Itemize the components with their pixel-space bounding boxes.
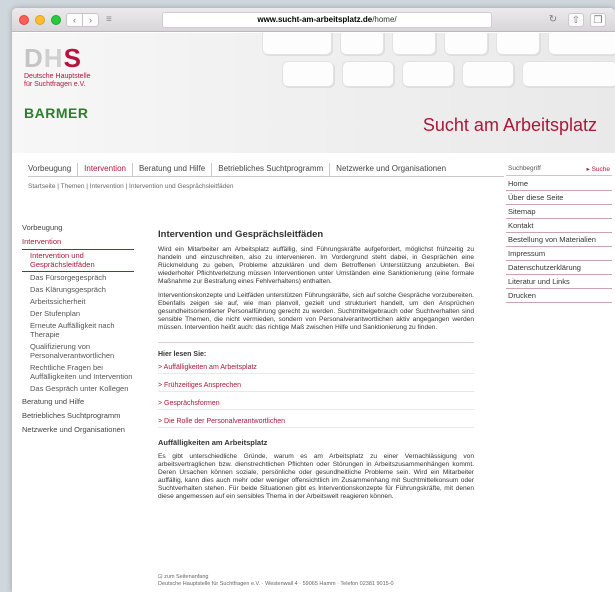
back-to-top-link[interactable]: ⊡ zum Seitenanfang (158, 574, 394, 581)
service-link-sitemap[interactable]: Sitemap (506, 205, 612, 219)
logo-subtitle-line-1: Deutsche Hauptstelle (24, 73, 91, 80)
logo-letter-h: H (43, 43, 63, 73)
tabs-icon: ❐ (593, 15, 603, 26)
forward-button[interactable]: › (82, 13, 99, 27)
keyboard-key-decoration (402, 61, 454, 87)
anchor-link[interactable]: > Die Rolle der Personalverantwortlichen (158, 418, 474, 428)
service-column: Suchbegriff ▸ Suche Home Über diese Seit… (506, 162, 612, 303)
browser-toolbar: ‹ › ≡ www.sucht-am-arbeitsplatz.de/home/… (12, 8, 615, 32)
window-controls (19, 15, 61, 25)
service-link-imprint[interactable]: Impressum (506, 247, 612, 261)
minimize-window-button[interactable] (35, 15, 45, 25)
keyboard-key-decoration (522, 61, 615, 87)
page-header: D H S Deutsche Hauptstelle für Suchtfrag… (12, 33, 615, 153)
main-nav-suchtprogramm[interactable]: Betriebliches Suchtprogramm (212, 163, 331, 176)
arrow-up-icon: ⊡ (158, 574, 163, 580)
anchor-link[interactable]: > Gesprächsformen (158, 400, 474, 410)
web-page: D H S Deutsche Hauptstelle für Suchtfrag… (12, 33, 615, 592)
intro-paragraph: Wird ein Mitarbeiter am Arbeitsplatz auf… (158, 246, 474, 285)
search-input[interactable]: Suchbegriff (508, 165, 541, 172)
keyboard-key-decoration (282, 61, 334, 87)
address-bar[interactable]: www.sucht-am-arbeitsplatz.de/home/ (162, 12, 492, 28)
leftnav-sub-item[interactable]: Das Fürsorgegespräch (22, 272, 134, 284)
chevron-left-icon: ‹ (73, 15, 76, 25)
zoom-window-button[interactable] (51, 15, 61, 25)
keyboard-key-decoration (340, 33, 384, 55)
sidebar-toggle-button[interactable]: ≡ (106, 14, 112, 26)
leftnav-sub-item[interactable]: Der Stufenplan (22, 308, 134, 320)
leftnav-sub-item[interactable]: Das Gespräch unter Kollegen (22, 383, 134, 395)
leftnav-sub-item[interactable]: Das Klärungsgespräch (22, 284, 134, 296)
anchor-link[interactable]: > Frühzeitiges Ansprechen (158, 382, 474, 392)
logo-subtitle: Deutsche Hauptstelle für Suchtfragen e.V… (24, 73, 108, 89)
url-path: /home/ (372, 15, 397, 24)
reload-icon: ↻ (548, 14, 558, 25)
keyboard-key-decoration (262, 33, 332, 55)
browser-window: ‹ › ≡ www.sucht-am-arbeitsplatz.de/home/… (12, 8, 615, 592)
leftnav-sub-item[interactable]: Qualifizierung von Personalverantwortlic… (22, 341, 134, 362)
share-icon: ⇧ (571, 15, 581, 26)
leftnav-intervention[interactable]: Intervention (22, 235, 134, 250)
site-title: Sucht am Arbeitsplatz (422, 115, 597, 135)
keyboard-key-decoration (462, 61, 514, 87)
leftnav-sub-item[interactable]: Erneute Auffälligkeit nach Therapie (22, 320, 134, 341)
divider (158, 342, 474, 343)
sidebar-icon: ≡ (106, 14, 112, 25)
footer-address: Deutsche Hauptstelle für Suchtfragen e.V… (158, 581, 394, 587)
anchor-link[interactable]: > Auffälligkeiten am Arbeitsplatz (158, 364, 474, 374)
service-link-order[interactable]: Bestellung von Materialien (506, 233, 612, 247)
section-paragraph: Es gibt unterschiedliche Gründe, warum e… (158, 453, 474, 500)
keyboard-key-decoration (342, 61, 394, 87)
leftnav-vorbeugung[interactable]: Vorbeugung (22, 221, 134, 235)
service-link-home[interactable]: Home (506, 177, 612, 191)
share-button[interactable]: ⇧ (568, 13, 584, 27)
barmer-logo[interactable]: BARMER (24, 105, 88, 121)
intro-paragraph: Interventionskonzepte und Leitfäden unte… (158, 292, 474, 331)
back-button[interactable]: ‹ (66, 13, 83, 27)
close-window-button[interactable] (19, 15, 29, 25)
dhs-logo[interactable]: D H S Deutsche Hauptstelle für Suchtfrag… (24, 45, 108, 89)
keyboard-key-decoration (392, 33, 436, 55)
service-link-about[interactable]: Über diese Seite (506, 191, 612, 205)
main-nav-vorbeugung[interactable]: Vorbeugung (28, 163, 79, 176)
leftnav-sub-item[interactable]: Arbeitssicherheit (22, 296, 134, 308)
leftnav-sub-item[interactable]: Rechtliche Fragen bei Auffälligkeiten un… (22, 362, 134, 383)
leftnav-sub-item[interactable]: Intervention und Gesprächsleitfäden (22, 250, 134, 272)
main-nav-intervention[interactable]: Intervention (78, 163, 133, 176)
leftnav-betriebliches[interactable]: Betriebliches Suchtprogramm (22, 409, 134, 423)
page-footer: ⊡ zum Seitenanfang Deutsche Hauptstelle … (158, 574, 394, 588)
chevron-right-icon: › (89, 15, 92, 25)
left-navigation: Vorbeugung Intervention Intervention und… (22, 221, 134, 437)
logo-subtitle-line-2: für Suchtfragen e.V. (24, 81, 86, 88)
logo-letter-d: D (24, 43, 43, 73)
main-content: Intervention und Gesprächsleitfäden Wird… (158, 229, 474, 507)
page-title: Intervention und Gesprächsleitfäden (158, 229, 324, 240)
url-domain: www.sucht-am-arbeitsplatz.de (257, 15, 373, 24)
keyboard-key-decoration (444, 33, 488, 55)
read-here-heading: Hier lesen Sie: (158, 351, 207, 358)
keyboard-key-decoration (548, 33, 615, 55)
service-link-contact[interactable]: Kontakt (506, 219, 612, 233)
leftnav-netzwerke[interactable]: Netzwerke und Organisationen (22, 423, 134, 437)
search-box: Suchbegriff ▸ Suche (506, 162, 612, 176)
service-link-print[interactable]: Drucken (506, 289, 612, 303)
breadcrumb[interactable]: Startseite | Themen | Intervention | Int… (28, 183, 233, 190)
service-link-privacy[interactable]: Datenschutzerklärung (506, 261, 612, 275)
dhs-logo-letters: D H S (24, 45, 108, 71)
service-link-literature[interactable]: Literatur und Links (506, 275, 612, 289)
leftnav-beratung[interactable]: Beratung und Hilfe (22, 395, 134, 409)
keyboard-key-decoration (496, 33, 540, 55)
main-nav-beratung[interactable]: Beratung und Hilfe (133, 163, 213, 176)
main-nav-netzwerke[interactable]: Netzwerke und Organisationen (330, 163, 452, 176)
reload-button[interactable]: ↻ (545, 13, 561, 27)
section-heading: Auffälligkeiten am Arbeitsplatz (158, 438, 268, 447)
main-navigation: Vorbeugung Intervention Beratung und Hil… (28, 163, 504, 177)
tabs-button[interactable]: ❐ (590, 13, 606, 27)
back-to-top-label: zum Seitenanfang (164, 574, 209, 580)
search-button[interactable]: ▸ Suche (587, 165, 613, 173)
logo-letter-s: S (63, 43, 81, 73)
